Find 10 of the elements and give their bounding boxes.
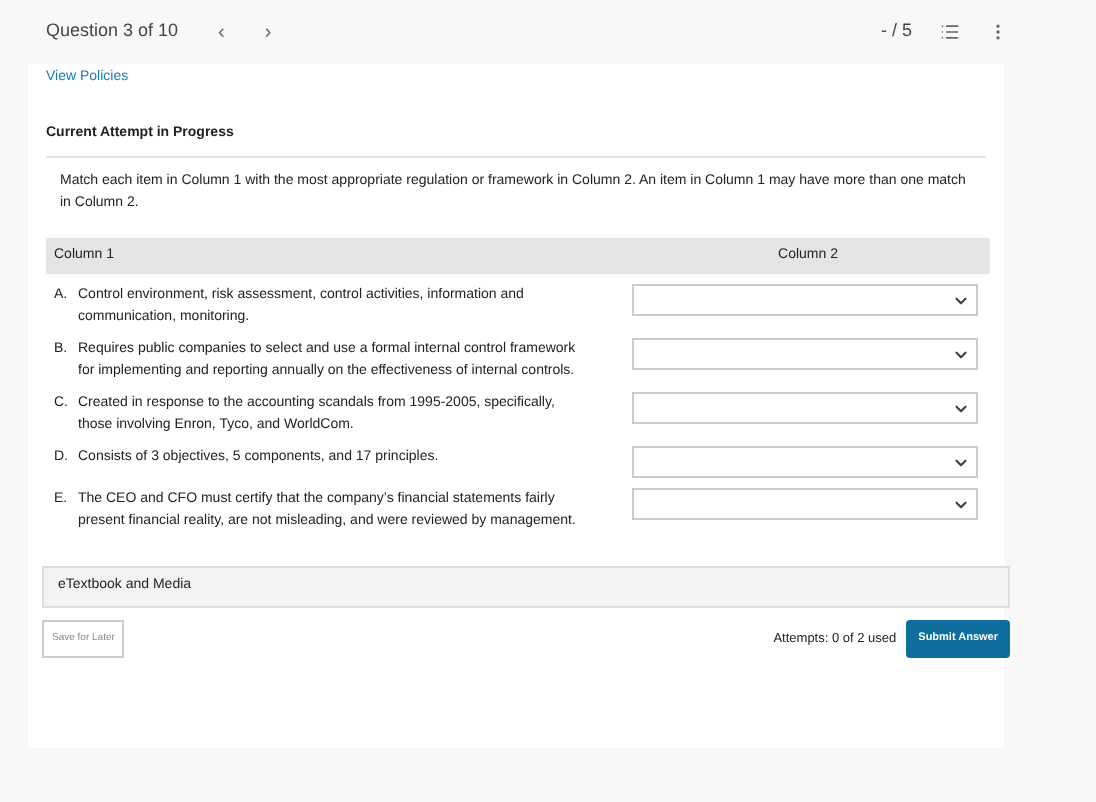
answer-dropdown[interactable] [632,392,978,424]
previous-button[interactable]: ‹ [218,17,225,47]
answer-dropdown[interactable] [632,338,978,370]
score: - / 5 [880,18,912,45]
question-counter: Question 3 of 10 [46,18,179,45]
answer-dropdown[interactable] [632,488,978,520]
next-button[interactable]: › [264,17,272,47]
answer-dropdown[interactable] [632,284,978,316]
list-icon[interactable] [940,22,960,42]
answer-dropdown[interactable] [632,446,978,478]
